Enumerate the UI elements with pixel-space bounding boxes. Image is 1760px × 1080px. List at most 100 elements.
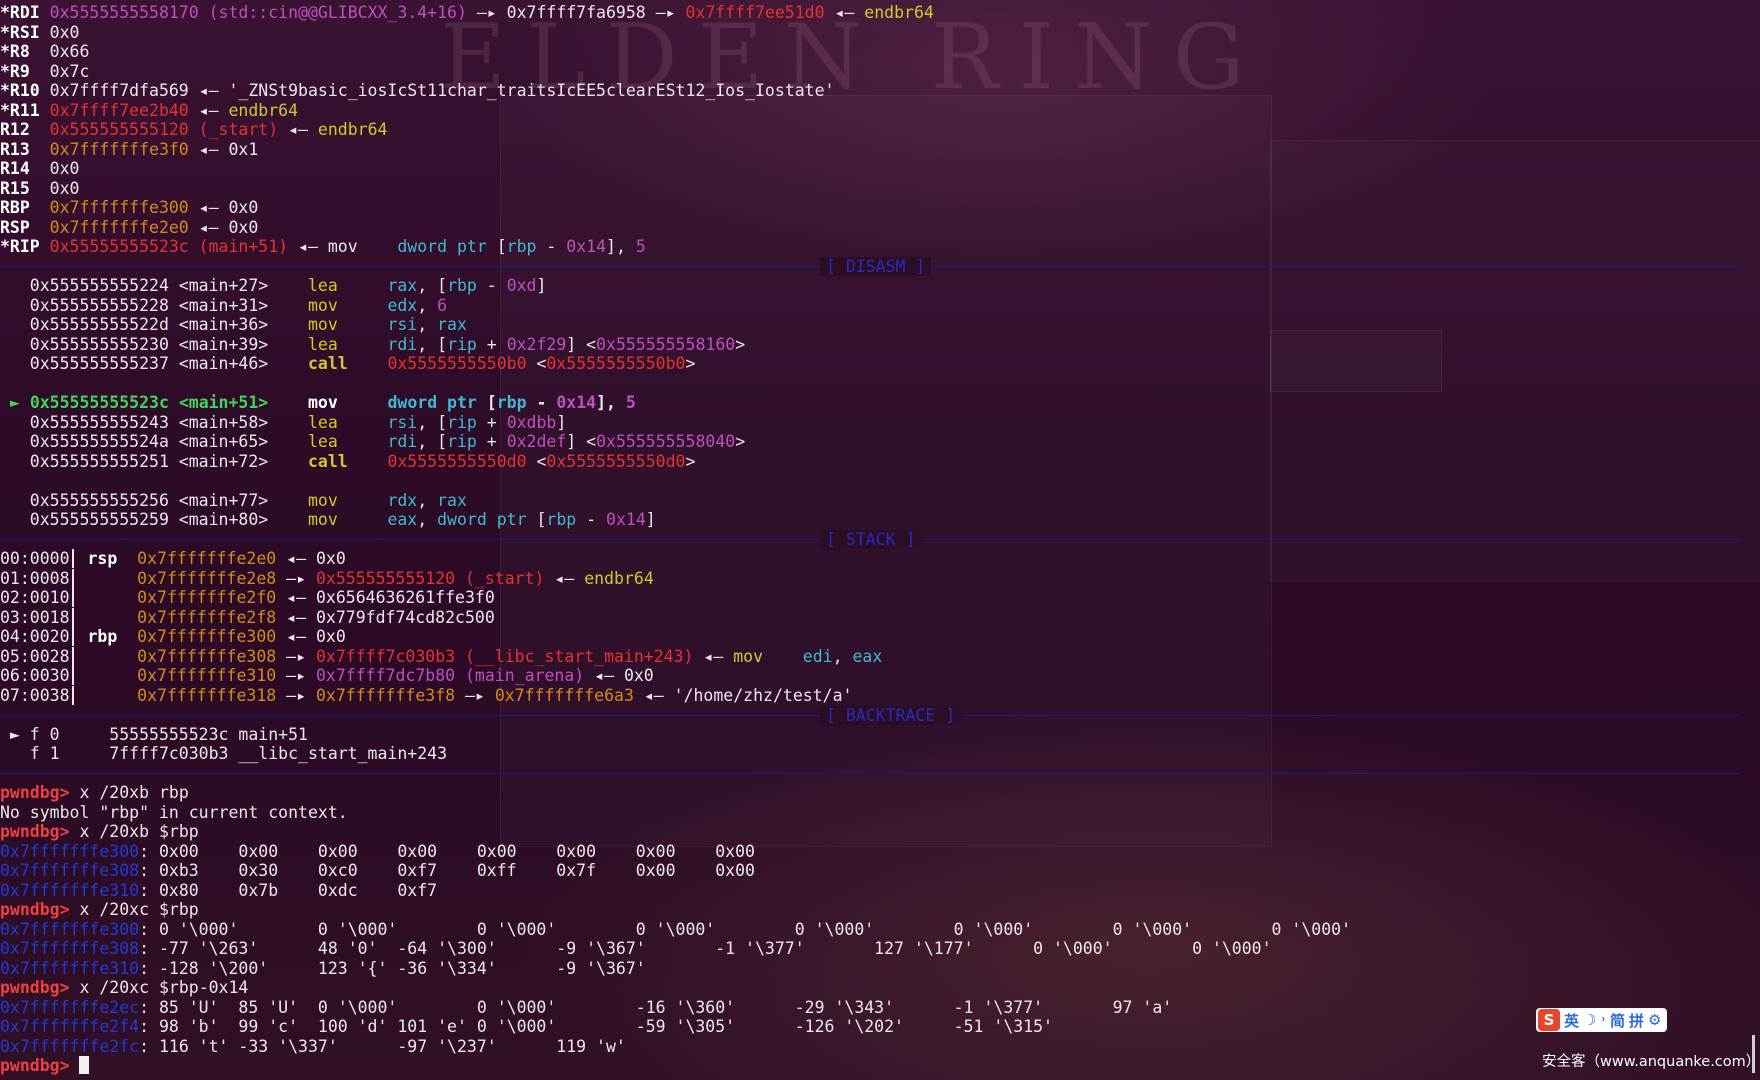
text-span: rbp (546, 510, 577, 529)
console-text: : 98 'b' 99 'c' 100 'd' 101 'e' 0 '\000'… (139, 1017, 1053, 1036)
console-text: 0x7fffffffe310 (0, 880, 140, 900)
ime-button-3[interactable]: 简 (1610, 1010, 1625, 1031)
text-span: [ (496, 237, 507, 256)
instr-mnemonic: mov (268, 315, 388, 334)
stack-register: rsp (77, 549, 138, 568)
register-line: *RIP 0x55555555523c (main+51) ◂— mov dwo… (0, 237, 646, 256)
console-line: pwndbg> x /20xb rbp (0, 783, 189, 802)
text-span: ◂— '_ZNSt9basic_iosIcSt11char_traitsIcEE… (188, 81, 835, 100)
text-span: dword ptr (437, 510, 537, 529)
instr-address: 0x555555555251 <main+72> (0, 451, 269, 471)
ime-button-1[interactable]: ☽ (1583, 1011, 1596, 1029)
text-span: ] (536, 276, 547, 295)
stack-bar (71, 627, 74, 646)
console-text: 0x7fffffffe308 (0, 939, 140, 958)
text-span: 0x555555558040 (596, 432, 736, 451)
input-line[interactable]: pwndbg> (0, 1056, 90, 1075)
register-line: R13 0x7fffffffe3f0 ◂— 0x1 (0, 140, 258, 159)
stack-address: 0x7fffffffe2e0 (137, 549, 277, 568)
text-span: 5 (635, 237, 646, 256)
text-span: > (685, 451, 696, 471)
text-span: 0x555555558160 (596, 334, 736, 354)
stack-offset: 07:0038 (0, 685, 70, 705)
disasm-line: 0x555555555256 <main+77> mov rdx, rax (0, 491, 467, 510)
text-span: , (417, 315, 438, 334)
text-span: ◂— 0x1 (188, 139, 259, 159)
stack-offset: 06:0030 (0, 666, 70, 685)
text-span: ] (556, 412, 567, 432)
console-line: 0x7fffffffe2f4: 98 'b' 99 'c' 100 'd' 10… (0, 1017, 1053, 1036)
disasm-line: 0x555555555237 <main+46> call 0x55555555… (0, 354, 696, 373)
pwndbg-terminal[interactable]: *RDI 0x5555555558170 (std::cin@@GLIBCXX_… (0, 0, 1760, 1080)
disasm-line: 0x555555555251 <main+72> call 0x55555555… (0, 451, 696, 471)
text-span: ◂— 0x0 (584, 666, 654, 685)
ime-button-2[interactable]: ˒ (1600, 1011, 1606, 1029)
stack-offset: 03:0018 (0, 607, 70, 627)
console-text: 0x7fffffffe2ec (0, 997, 140, 1017)
text-span: ◂— 0x0 (188, 198, 259, 217)
stack-offset: 01:0008 (0, 568, 70, 588)
register-value: 0x0 (49, 178, 80, 198)
register-line: *RSI 0x0 (0, 23, 79, 42)
register-value: 0x5555555558170 (49, 3, 199, 22)
disasm-line: 0x555555555259 <main+80> mov eax, dword … (0, 510, 656, 529)
ime-button-4[interactable]: 拼 (1629, 1010, 1644, 1031)
stack-header: [ STACK ] (820, 530, 922, 550)
stack-line: 01:0008 0x7fffffffe2e8 —▸ 0x555555555120… (0, 568, 654, 588)
text-span: 0xd (506, 276, 537, 295)
console-line: 0x7fffffffe2fc: 116 't' -33 '\337' -97 '… (0, 1037, 626, 1056)
instr-address: 0x55555555523c <main+51> (29, 393, 269, 412)
sogou-logo-icon: S (1538, 1009, 1560, 1031)
text-span: 0x2f29 (506, 334, 567, 354)
stack-register (78, 647, 138, 666)
text-span: ◂— 0x779fdf74cd82c500 (276, 607, 495, 627)
stack-bar (71, 588, 74, 607)
text-span: ], (596, 393, 626, 412)
ime-button-5[interactable]: ⚙ (1648, 1011, 1661, 1029)
stack-line: 06:0030 0x7fffffffe310 —▸ 0x7ffff7dc7b80… (0, 666, 654, 685)
text-span: ◂— 0x6564636261ffe3f0 (276, 588, 495, 607)
text-span: > (685, 354, 696, 373)
register-value: 0x55555555523c (49, 237, 189, 256)
text-span: + (476, 334, 507, 354)
stack-address: 0x7fffffffe308 (137, 646, 277, 666)
stack-address: 0x7fffffffe2e8 (137, 568, 277, 588)
text-span: ◂— mov (288, 237, 398, 256)
stack-bar (71, 549, 74, 568)
text-span: - (476, 276, 507, 295)
instr-mnemonic: lea (268, 412, 388, 432)
text-span: edx (387, 295, 418, 315)
stack-offset: 05:0028 (0, 646, 70, 666)
text-span: , (417, 490, 438, 510)
disasm-header: [ DISASM ] (820, 257, 932, 277)
text-span: ◂— (824, 3, 865, 22)
text-span: endbr64 (317, 120, 388, 139)
text-span: 5 (625, 393, 636, 412)
instr-mnemonic: lea (268, 432, 388, 451)
sogou-ime-toolbar[interactable]: S 英 ☽ ˒ 简拼 ⚙ (1536, 1008, 1668, 1032)
register-name: R15 (0, 178, 50, 198)
text-span: rbp (447, 276, 477, 295)
console-text: 0x7fffffffe300 (0, 841, 140, 861)
register-name: RBP (0, 198, 50, 217)
register-name: RSP (0, 217, 50, 237)
text-span: rbp (496, 393, 527, 412)
disasm-line: 0x555555555230 <main+39> lea rdi, [rip +… (0, 335, 745, 354)
stack-bar (71, 607, 74, 627)
text-span: —▸ (276, 666, 316, 685)
text-span: , (832, 646, 853, 666)
register-name: R13 (0, 139, 50, 159)
text-span: , [ (417, 276, 448, 295)
text-span: 0x7fffffffe6a3 (494, 685, 634, 705)
text-span: (main+51) (188, 237, 289, 256)
instr-mnemonic: mov (268, 510, 388, 529)
register-name: R14 (0, 159, 50, 178)
text-span: ◂— (278, 120, 318, 139)
console-text: : 0xb3 0x30 0xc0 0xf7 0xff 0x7f 0x00 0x0… (139, 861, 755, 880)
disasm-line: 0x555555555228 <main+31> mov edx, 6 (0, 296, 447, 315)
text-span: rsi (387, 315, 418, 334)
stack-address: 0x7fffffffe318 (137, 685, 277, 705)
ime-button-0[interactable]: 英 (1564, 1010, 1579, 1031)
text-span: < (526, 451, 547, 471)
register-value: 0x555555555120 (49, 120, 189, 139)
